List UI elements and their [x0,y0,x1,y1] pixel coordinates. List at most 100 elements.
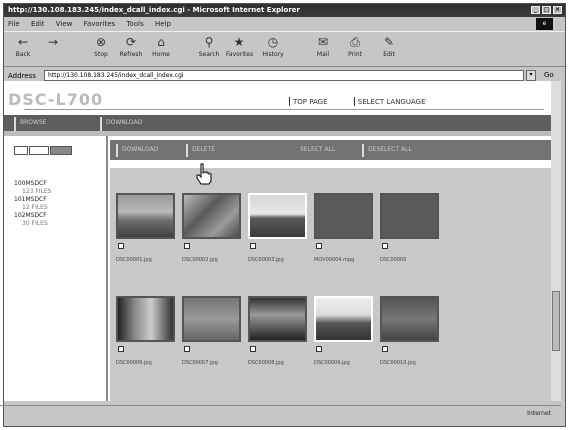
print-button[interactable]: ⎙ Print [342,34,368,66]
file-name: DSC00001.jpg [116,257,152,263]
action-bar: DOWNLOAD DELETE SELECT ALL DESELECT ALL [110,140,555,160]
address-dropdown-icon[interactable]: ▾ [526,70,536,81]
stop-button[interactable]: ⊗ Stop [88,34,114,66]
folder-item[interactable]: 101MSDCF [14,196,52,204]
maximize-button[interactable]: □ [542,6,551,14]
toolbar: ← Back → ⊗ Stop ⟳ Refresh ⌂ Home ⚲ Search ★ Fa… [4,31,565,67]
zone-status: Internet [527,410,551,417]
address-label: Address [8,72,36,80]
forward-icon: → [47,35,59,49]
forward-button[interactable]: → [40,34,66,66]
thumbnail-view-button[interactable] [50,146,72,155]
favorites-icon: ★ [233,35,245,49]
home-button[interactable]: ⌂ Home [148,34,174,66]
go-button[interactable]: Go [544,71,554,79]
photo-thumbnail[interactable] [182,296,241,342]
tab-browse[interactable]: BROWSE [20,119,47,126]
select-checkbox[interactable] [184,243,190,249]
select-checkbox[interactable] [316,346,322,352]
stop-icon: ⊗ [95,35,107,49]
photo-thumbnail[interactable] [380,296,439,342]
list-view-button[interactable] [14,146,28,155]
scrollbar-thumb[interactable] [552,291,560,351]
favorites-button[interactable]: ★ Favorites [226,34,253,66]
file-name: DSC00009.jpg [314,360,350,366]
photo-thumbnail[interactable] [314,296,373,342]
folder-item[interactable]: 102MSDCF [14,212,52,220]
action-divider [116,144,118,157]
deselect-all-button[interactable]: DESELECT ALL [368,146,412,153]
file-name: DSC00007.jpg [182,360,218,366]
close-button[interactable]: × [553,6,562,14]
tab-download[interactable]: DOWNLOAD [106,119,142,126]
header-links: TOP PAGE SELECT LANGUAGE [289,97,450,106]
header-divider [24,109,544,110]
photo-thumbnail[interactable] [380,193,439,239]
mail-icon: ✉ [317,35,329,49]
mail-button[interactable]: ✉ Mail [310,34,336,66]
minimize-button[interactable]: _ [531,6,540,14]
menu-bar: File Edit View Favorites Tools Help e [4,18,565,30]
photo-thumbnail[interactable] [248,296,307,342]
history-button[interactable]: ◷ History [260,34,286,66]
brand-logo: DSC-L700 [8,90,104,109]
folder-file-count: 30 FILES [22,220,48,227]
select-checkbox[interactable] [316,243,322,249]
select-checkbox[interactable] [382,243,388,249]
folder-item[interactable]: 100MSDCF [14,180,52,188]
delete-button[interactable]: DELETE [192,146,215,153]
select-checkbox[interactable] [118,346,124,352]
select-checkbox[interactable] [250,346,256,352]
refresh-button[interactable]: ⟳ Refresh [118,34,144,66]
menu-favorites[interactable]: Favorites [84,20,116,28]
file-name: DSC00002.jpg [182,257,218,263]
address-input[interactable]: http://130.108.183.245/index_dcall_index… [44,70,524,81]
folder-sidebar: 100MSDCF 123 FILES 101MSDCF 12 FILES 102… [4,136,108,401]
file-name: DSC00005 [380,257,407,263]
history-icon: ◷ [267,35,279,49]
refresh-icon: ⟳ [125,35,137,49]
download-button[interactable]: DOWNLOAD [122,146,158,153]
select-checkbox[interactable] [382,346,388,352]
main-tab-bar: BROWSE DOWNLOAD [4,115,555,131]
menu-view[interactable]: View [56,20,73,28]
select-checkbox[interactable] [184,346,190,352]
back-button[interactable]: ← Back [10,34,36,66]
tab-divider [14,117,16,131]
select-language-link[interactable]: SELECT LANGUAGE [353,97,426,106]
menu-help[interactable]: Help [155,20,171,28]
hand-cursor-icon [196,163,212,185]
thumbnail-panel: DOWNLOAD DELETE SELECT ALL DESELECT ALL … [110,136,555,401]
status-bar: Internet [0,405,561,422]
photo-thumbnail[interactable] [248,193,307,239]
photo-thumbnail[interactable] [182,193,241,239]
print-icon: ⎙ [350,35,360,49]
movie-thumbnail[interactable] [314,193,373,239]
file-name: MOV00004.mpg [314,257,355,263]
back-icon: ← [17,35,29,49]
menu-tools[interactable]: Tools [126,20,143,28]
file-name: DSC00008.jpg [248,360,284,366]
action-divider [362,144,364,157]
vertical-scrollbar[interactable] [551,81,561,401]
edit-icon: ✎ [383,35,395,49]
select-checkbox[interactable] [118,243,124,249]
detail-view-button[interactable] [29,146,49,155]
search-button[interactable]: ⚲ Search [196,34,222,66]
menu-file[interactable]: File [8,20,20,28]
select-all-button[interactable]: SELECT ALL [300,146,335,153]
ie-logo-icon: e [536,18,553,30]
action-divider [186,144,188,157]
select-checkbox[interactable] [250,243,256,249]
file-name: DSC00010.jpg [380,360,416,366]
file-name: DSC00003.jpg [248,257,284,263]
search-icon: ⚲ [204,35,214,49]
title-bar: http://130.108.183.245/index_dcall_index… [4,4,565,17]
edit-button[interactable]: ✎ Edit [376,34,402,66]
top-page-link[interactable]: TOP PAGE [289,97,328,106]
folder-list: 100MSDCF 123 FILES 101MSDCF 12 FILES 102… [14,180,52,228]
photo-thumbnail[interactable] [116,193,175,239]
menu-edit[interactable]: Edit [31,20,45,28]
photo-thumbnail[interactable] [116,296,175,342]
thumbnail-grid: DSC00001.jpg DSC00002.jpg DSC00003.jpg M… [110,168,555,401]
